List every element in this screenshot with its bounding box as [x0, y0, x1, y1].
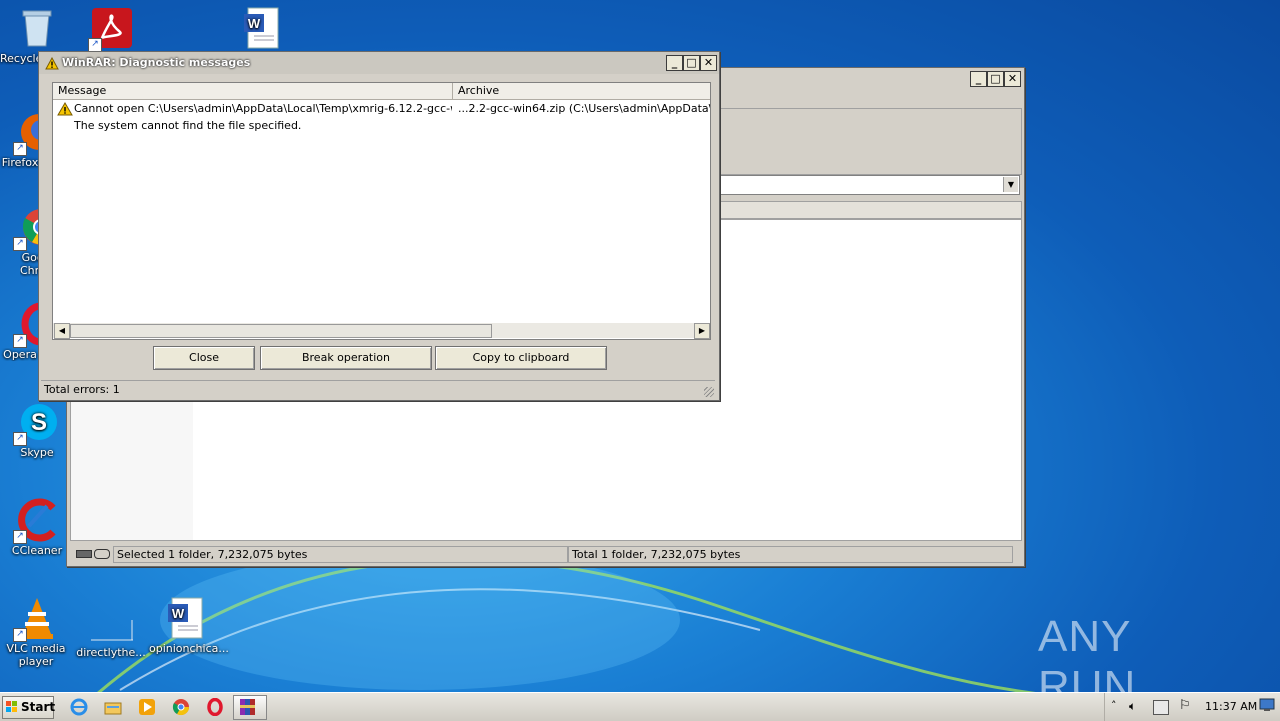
winrar-taskbar-button[interactable] — [233, 695, 267, 720]
shortcut-arrow-icon: ↗ — [13, 142, 27, 156]
dialog-minimize-button[interactable]: _ — [666, 55, 683, 71]
system-tray: ˄ 🔈︎ ⚐ 11:37 AM — [1104, 693, 1280, 721]
ie-icon[interactable] — [70, 698, 88, 716]
shortcut-arrow-icon: ↗ — [13, 530, 27, 544]
message-row[interactable]: The system cannot find the file specifie… — [53, 118, 710, 135]
chrome-icon[interactable] — [172, 698, 190, 716]
minimize-button[interactable]: _ — [970, 71, 987, 87]
opera-icon[interactable] — [206, 697, 224, 717]
start-button[interactable]: Start — [2, 696, 56, 719]
drive-icon — [76, 550, 92, 558]
close-button[interactable]: ✕ — [1004, 71, 1021, 87]
desktop-icon-skype[interactable]: S ↗ Skype — [0, 400, 74, 459]
show-desktop-button[interactable] — [1259, 697, 1275, 713]
acrobat-reader-icon: ↗ — [88, 6, 134, 52]
column-header-archive[interactable]: Archive — [453, 83, 710, 99]
maximize-button[interactable]: □ — [987, 71, 1004, 87]
desktop-icon-ccleaner[interactable]: ↗ CCleaner — [0, 498, 74, 557]
archive-text: ...2.2-gcc-win64.zip (C:\Users\admin\App… — [458, 102, 710, 115]
message-text: Cannot open C:\Users\admin\AppData\Local… — [74, 102, 452, 115]
dialog-titlebar[interactable]: WinRAR: Diagnostic messages — [39, 52, 719, 74]
close-button[interactable]: Close — [153, 346, 255, 370]
desktop-icon-word-doc[interactable]: W — [225, 6, 299, 52]
vlc-icon: ↗ — [13, 596, 59, 642]
message-text: The system cannot find the file specifie… — [74, 119, 302, 132]
taskbar: Start ˄ 🔈︎ ⚐ 11:37 AM — [0, 692, 1280, 721]
diagnostic-dialog[interactable]: WinRAR: Diagnostic messages _ □ ✕ Messag… — [38, 51, 720, 401]
chevron-down-icon[interactable]: ▼ — [1003, 177, 1018, 192]
desktop-icon-blank-file[interactable]: directlythe... — [74, 600, 148, 659]
key-icon — [94, 549, 110, 559]
desktop-icon-label: Opera — [3, 348, 37, 361]
desktop-icon-label: CCleaner — [11, 544, 63, 557]
dialog-status-bar: Total errors: 1 — [41, 380, 715, 398]
network-icon[interactable] — [1153, 700, 1169, 715]
status-total: Total 1 folder, 7,232,075 bytes — [568, 546, 1013, 563]
status-selected: Selected 1 folder, 7,232,075 bytes — [113, 546, 568, 563]
recycle-bin-icon — [15, 6, 59, 50]
svg-text:W: W — [172, 606, 185, 621]
media-player-icon[interactable] — [138, 698, 156, 716]
total-errors: Total errors: 1 — [44, 383, 120, 396]
resize-grip-icon[interactable] — [704, 387, 714, 397]
dialog-title: WinRAR: Diagnostic messages — [62, 56, 251, 69]
start-label: Start — [21, 700, 56, 714]
windows-logo-icon — [6, 701, 18, 713]
word-document-icon: W — [164, 596, 208, 640]
messages-listview[interactable]: Message Archive Cannot open C:\Users\adm… — [52, 82, 711, 340]
warning-icon — [45, 56, 59, 73]
folder-tree-pane[interactable] — [71, 400, 193, 540]
desktop-icon-label: opinionchica... — [149, 642, 229, 655]
winrar-icon — [240, 699, 258, 715]
ccleaner-icon: ↗ — [13, 498, 59, 544]
explorer-icon[interactable] — [104, 698, 122, 716]
shortcut-arrow-icon: ↗ — [13, 237, 27, 251]
svg-text:S: S — [31, 409, 47, 436]
dialog-close-icon-button[interactable]: ✕ — [700, 55, 717, 71]
desktop-icon-label: directlythe... — [76, 646, 146, 659]
warning-icon — [57, 102, 73, 119]
shortcut-arrow-icon: ↗ — [13, 432, 27, 446]
copy-to-clipboard-button[interactable]: Copy to clipboard — [435, 346, 607, 370]
word-document-icon: W — [240, 6, 284, 50]
scroll-left-button[interactable]: ◀ — [54, 323, 70, 339]
desktop-icon-label: Skype — [20, 446, 54, 459]
monitor-icon — [1259, 698, 1275, 711]
show-hidden-icons-icon[interactable]: ˄ — [1111, 699, 1117, 712]
svg-text:W: W — [248, 16, 261, 31]
anyrun-watermark: ANY RUN — [1038, 612, 1238, 711]
desktop-icon-acrobat[interactable]: ↗ — [75, 6, 149, 52]
column-header-row: Message Archive — [53, 83, 710, 100]
clock[interactable]: 11:37 AM — [1205, 700, 1257, 713]
shortcut-arrow-icon: ↗ — [13, 334, 27, 348]
break-operation-button[interactable]: Break operation — [260, 346, 432, 370]
desktop-icon-label: Firefox — [1, 156, 39, 169]
shortcut-arrow-icon: ↗ — [88, 38, 102, 52]
desktop-icon-opinion-doc[interactable]: W opinionchica... — [149, 596, 229, 655]
skype-icon: S ↗ — [13, 400, 59, 446]
volume-icon[interactable]: 🔈︎ — [1129, 699, 1136, 714]
scroll-thumb[interactable] — [70, 324, 492, 338]
shortcut-arrow-icon: ↗ — [13, 628, 27, 642]
column-header-message[interactable]: Message — [53, 83, 453, 99]
desktop-icon-vlc[interactable]: ↗ VLC media player — [0, 596, 74, 668]
blank-file-icon — [89, 600, 133, 644]
message-row[interactable]: Cannot open C:\Users\admin\AppData\Local… — [53, 100, 710, 117]
scroll-right-button[interactable]: ▶ — [694, 323, 710, 339]
desktop-icon-label: VLC media player — [6, 642, 66, 668]
horizontal-scrollbar[interactable]: ◀ ▶ — [53, 323, 710, 339]
status-bar: Selected 1 folder, 7,232,075 bytes Total… — [70, 546, 1020, 563]
action-center-flag-icon[interactable]: ⚐ — [1179, 698, 1191, 713]
dialog-maximize-button[interactable]: □ — [683, 55, 700, 71]
